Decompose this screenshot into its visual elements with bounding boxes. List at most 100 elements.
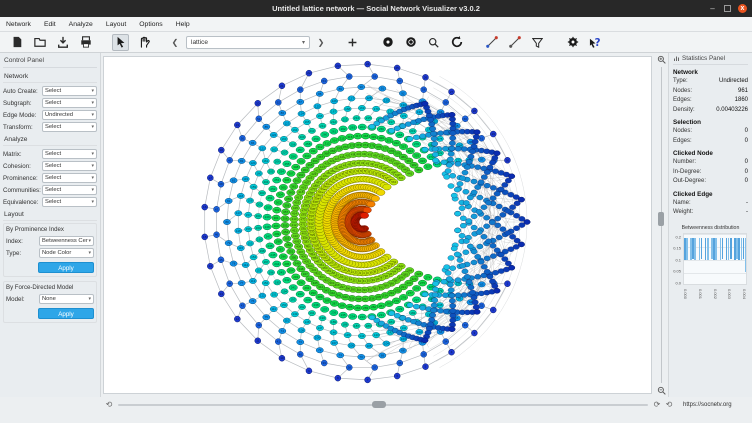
menu-network[interactable]: Network [6,21,31,28]
y-tick-label: 0.1 [675,257,681,262]
section-analyze: Analyze [3,133,97,146]
section-layout: Layout [3,208,97,221]
type-select[interactable]: Node Color▾ [39,248,94,258]
print-network-button[interactable] [77,34,94,51]
edge-mode-select[interactable]: Undirected▾ [42,110,97,120]
stat-label: In-Degree: [673,168,701,178]
menu-layout[interactable]: Layout [106,21,126,28]
save-network-button[interactable] [54,34,71,51]
model-select[interactable]: None▾ [39,294,94,304]
force-directed-group: By Force-Directed Model Model: None▾ App… [3,281,97,323]
add-node-button[interactable] [344,34,361,51]
chart-plot-area [683,233,747,285]
remove-node-button[interactable] [379,34,396,51]
stats-network-title: Network [673,69,748,76]
statistics-panel-header: Statistics Panel [682,55,725,62]
rotation-slider-handle[interactable] [372,401,386,408]
settings-button[interactable] [564,34,581,51]
rotate-reset-icon[interactable]: ⟲ [663,400,675,410]
menu-options[interactable]: Options [139,21,162,28]
communities-select[interactable]: Select▾ [42,185,97,195]
minimize-button[interactable]: – [708,4,717,13]
graph-canvas-area[interactable] [103,56,652,394]
stat-label: Name: [673,199,691,209]
auto-create-select[interactable]: Select▾ [42,86,97,96]
rotation-slider-track[interactable] [118,404,648,406]
menu-bar: Network Edit Analyze Layout Options Help [0,17,752,32]
subgraph-select[interactable]: Select▾ [42,98,97,108]
prominence-select[interactable]: Select▾ [42,173,97,183]
zoom-in-icon[interactable] [657,55,666,64]
statistics-panel: Statistics Panel Network Type:Undirected… [668,53,752,397]
model-label: Model: [6,296,25,303]
stats-clicked-edge-title: Clicked Edge [673,191,748,198]
transform-select[interactable]: Select▾ [42,122,97,132]
force-directed-title: By Force-Directed Model [6,284,94,291]
chart-bar [722,238,724,260]
window-title: Untitled lattice network — Social Networ… [272,4,480,13]
chevron-down-icon: ▾ [91,112,94,118]
matrix-label: Matrix: [3,151,22,158]
menu-analyze[interactable]: Analyze [69,21,93,28]
chevron-down-icon: ▾ [88,250,91,256]
next-network-button[interactable]: ❯ [316,38,326,47]
filter-edges-button[interactable] [529,34,546,51]
x-tick-label: 0.000 [683,289,688,294]
chart-bar [707,238,709,260]
rotate-right-icon[interactable]: ⟳ [651,400,663,410]
stat-label: Nodes: [673,87,692,97]
zoom-out-icon[interactable] [657,386,666,395]
matrix-select[interactable]: Select▾ [42,149,97,159]
rotate-left-icon[interactable]: ⟲ [103,400,115,410]
new-file-icon [11,36,23,48]
search-node-button[interactable] [425,34,442,51]
chevron-down-icon: ▾ [91,151,94,157]
rotation-slider-bar: ⟲ ⟳ ⟲ https://socnetv.org [0,397,752,412]
subgraph-label: Subgraph: [3,100,32,107]
title-bar: Untitled lattice network — Social Networ… [0,0,752,17]
menu-edit[interactable]: Edit [44,21,56,28]
new-network-button[interactable] [8,34,25,51]
zoom-slider-handle[interactable] [658,212,664,226]
svg-text:?: ? [595,38,601,49]
socnetv-url-link[interactable]: https://socnetv.org [683,402,732,408]
index-select[interactable]: Betweenness Cer▾ [39,236,94,246]
select-mode-button[interactable] [112,34,129,51]
network-visualization-canvas[interactable] [104,57,651,393]
help-button[interactable]: ? [587,34,604,51]
stat-value: 1860 [735,96,748,106]
chevron-down-icon: ▾ [302,39,305,46]
gear-icon [567,36,579,48]
equivalence-select[interactable]: Select▾ [42,197,97,207]
edge-add-arrow-icon [486,36,498,48]
node-properties-button[interactable] [402,34,419,51]
network-type-select[interactable]: lattice ▾ [186,36,310,49]
stat-label: Density: [673,106,695,116]
remove-edge-button[interactable] [506,34,523,51]
add-edge-button[interactable] [483,34,500,51]
circle-dot-icon [405,36,417,48]
help-pointer-icon: ? [589,36,602,49]
close-button[interactable]: x [738,4,747,13]
rotate-circle-icon [451,36,463,48]
chevron-down-icon: ▾ [91,163,94,169]
stat-label: Number: [673,158,696,168]
pan-mode-button[interactable] [135,34,152,51]
plus-icon [347,37,358,48]
apply-force-button[interactable]: Apply [38,308,94,319]
relation-rotate-button[interactable] [448,34,465,51]
menu-help[interactable]: Help [176,21,190,28]
socnetv-window: Untitled lattice network — Social Networ… [0,0,752,423]
cohesion-select[interactable]: Select▾ [42,161,97,171]
apply-prominence-button[interactable]: Apply [38,262,94,273]
stat-label: Edges: [673,137,692,147]
maximize-button[interactable] [724,5,731,12]
zoom-slider-track[interactable] [661,67,662,383]
open-network-button[interactable] [31,34,48,51]
y-tick-label: 0.05 [673,269,681,274]
stat-label: Out-Degree: [673,177,706,187]
chevron-down-icon: ▾ [91,199,94,205]
stat-value: 0 [745,177,748,187]
y-tick-label: 0.15 [673,246,681,251]
previous-network-button[interactable]: ❮ [170,38,180,47]
